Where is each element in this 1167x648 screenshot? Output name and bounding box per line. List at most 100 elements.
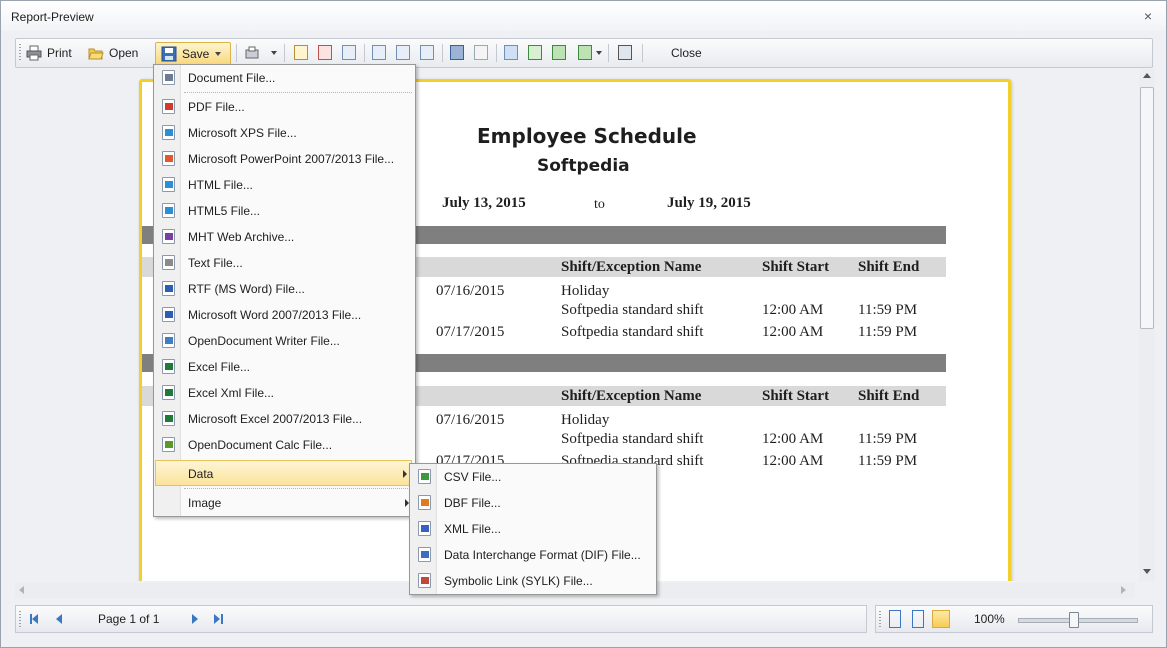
- menu-item-text-file[interactable]: Text File...: [156, 250, 413, 276]
- export-button[interactable]: [244, 42, 277, 64]
- menu-item-dbf-file[interactable]: DBF File...: [412, 490, 669, 516]
- menu-item-odt-file[interactable]: OpenDocument Writer File...: [156, 328, 413, 354]
- menu-item-powerpoint-file[interactable]: Microsoft PowerPoint 2007/2013 File...: [156, 146, 413, 172]
- menu-item-ods-file[interactable]: OpenDocument Calc File...: [156, 432, 413, 458]
- menu-item-html5-file[interactable]: HTML5 File...: [156, 198, 413, 224]
- menu-item-label: Data Interchange Format (DIF) File...: [444, 548, 641, 562]
- watermark-icon[interactable]: [474, 45, 488, 60]
- menu-item-label: RTF (MS Word) File...: [188, 282, 305, 296]
- row-end: 11:59 PM: [858, 302, 918, 318]
- word-file-icon: [162, 307, 175, 322]
- dbf-file-icon: [418, 495, 431, 510]
- menu-item-excel-xml-file[interactable]: Excel Xml File...: [156, 380, 413, 406]
- vertical-scroll-thumb[interactable]: [1140, 87, 1154, 329]
- xml-file-icon: [418, 521, 431, 536]
- menu-item-image[interactable]: Image: [156, 490, 413, 516]
- toolbar-grip[interactable]: [19, 44, 21, 62]
- previous-page-icon[interactable]: [56, 614, 62, 624]
- scale-icon[interactable]: [342, 45, 356, 60]
- two-pages-icon[interactable]: [528, 45, 542, 60]
- single-page-icon[interactable]: [504, 45, 518, 60]
- row-date: 07/16/2015: [436, 283, 505, 299]
- menu-item-document-file[interactable]: Document File...: [156, 65, 413, 91]
- menu-item-dif-file[interactable]: Data Interchange Format (DIF) File...: [412, 542, 669, 568]
- zoom-bar-grip[interactable]: [879, 611, 881, 629]
- menu-item-excel-file[interactable]: Excel File...: [156, 354, 413, 380]
- save-menu: Document File... PDF File... Microsoft XPS…: [153, 64, 416, 517]
- print-label: Print: [47, 46, 72, 60]
- help-icon[interactable]: [396, 45, 410, 60]
- menu-item-label: CSV File...: [444, 470, 502, 484]
- sylk-file-icon: [418, 573, 431, 588]
- column-header-end: Shift End: [858, 388, 920, 404]
- find-icon[interactable]: [450, 45, 464, 60]
- save-button[interactable]: Save: [155, 42, 231, 66]
- row-name: Holiday: [561, 283, 610, 299]
- single-page-view-icon[interactable]: [889, 610, 901, 628]
- first-page-icon[interactable]: [32, 614, 38, 624]
- window-close-button[interactable]: ×: [1144, 8, 1152, 24]
- column-header-end: Shift End: [858, 259, 920, 275]
- menu-item-xps-file[interactable]: Microsoft XPS File...: [156, 120, 413, 146]
- row-start: 12:00 AM: [762, 453, 824, 469]
- header-footer-icon[interactable]: [318, 45, 332, 60]
- ods-file-icon: [162, 437, 175, 452]
- two-page-view-icon[interactable]: [912, 610, 924, 628]
- menu-item-label: Microsoft Excel 2007/2013 File...: [188, 412, 363, 426]
- row-name: Softpedia standard shift: [561, 302, 704, 318]
- report-subtitle: Softpedia: [537, 156, 630, 176]
- window-title: Report-Preview: [11, 10, 94, 24]
- menu-item-pdf-file[interactable]: PDF File...: [156, 94, 413, 120]
- scroll-up-icon[interactable]: [1143, 73, 1151, 78]
- excel-file-icon: [162, 359, 175, 374]
- print-button[interactable]: Print: [26, 42, 72, 64]
- statusbar-grip[interactable]: [19, 611, 21, 629]
- menu-item-word-file[interactable]: Microsoft Word 2007/2013 File...: [156, 302, 413, 328]
- menu-item-xml-file[interactable]: XML File...: [412, 516, 669, 542]
- zoom-slider-thumb[interactable]: [1069, 612, 1079, 628]
- menu-item-label: OpenDocument Writer File...: [188, 334, 340, 348]
- menu-item-rtf-file[interactable]: RTF (MS Word) File...: [156, 276, 413, 302]
- report-title: Employee Schedule: [477, 124, 697, 148]
- scroll-down-icon[interactable]: [1143, 569, 1151, 574]
- document-file-icon: [162, 70, 175, 85]
- page-setup-icon[interactable]: [294, 45, 308, 60]
- last-page-icon[interactable]: [214, 614, 220, 624]
- menu-item-label: Text File...: [188, 256, 243, 270]
- odt-file-icon: [162, 333, 175, 348]
- title-bar: Report-Preview ×: [1, 1, 1166, 31]
- row-end: 11:59 PM: [858, 453, 918, 469]
- thumbnails-icon[interactable]: [578, 45, 592, 60]
- column-header-name: Shift/Exception Name: [561, 388, 702, 404]
- menu-item-mht-file[interactable]: MHT Web Archive...: [156, 224, 413, 250]
- email-icon[interactable]: [618, 45, 632, 60]
- next-page-icon[interactable]: [192, 614, 198, 624]
- export-icon: [245, 46, 259, 59]
- save-label: Save: [182, 47, 210, 61]
- scroll-left-icon[interactable]: [19, 586, 24, 594]
- open-button[interactable]: Open: [88, 42, 138, 64]
- menu-item-label: Symbolic Link (SYLK) File...: [444, 574, 593, 588]
- last-page-bar-icon: [221, 614, 223, 624]
- multiple-pages-icon[interactable]: [420, 45, 434, 60]
- multi-page-view-icon[interactable]: [932, 610, 950, 628]
- menu-item-label: Image: [188, 496, 222, 510]
- export-dropdown-arrow-icon[interactable]: [271, 51, 277, 55]
- zoom-slider[interactable]: [1018, 612, 1138, 628]
- menu-item-data[interactable]: Data: [155, 460, 412, 486]
- thumbnails-dropdown-arrow-icon[interactable]: [596, 51, 602, 55]
- zoom-percentage: 100%: [974, 612, 1005, 626]
- save-dropdown-arrow-icon[interactable]: [215, 52, 222, 56]
- menu-item-sylk-file[interactable]: Symbolic Link (SYLK) File...: [412, 568, 669, 594]
- close-button[interactable]: Close: [671, 42, 702, 64]
- report-date-to-word: to: [594, 197, 605, 212]
- menu-item-csv-file[interactable]: CSV File...: [412, 464, 669, 490]
- vertical-scrollbar[interactable]: [1139, 69, 1155, 581]
- parameters-icon[interactable]: [372, 45, 386, 60]
- menu-item-label: Excel File...: [188, 360, 251, 374]
- menu-item-excel-2007-file[interactable]: Microsoft Excel 2007/2013 File...: [156, 406, 413, 432]
- scroll-right-icon[interactable]: [1121, 586, 1126, 594]
- menu-item-html-file[interactable]: HTML File...: [156, 172, 413, 198]
- excel-xml-file-icon: [162, 385, 175, 400]
- multi-page-icon[interactable]: [552, 45, 566, 60]
